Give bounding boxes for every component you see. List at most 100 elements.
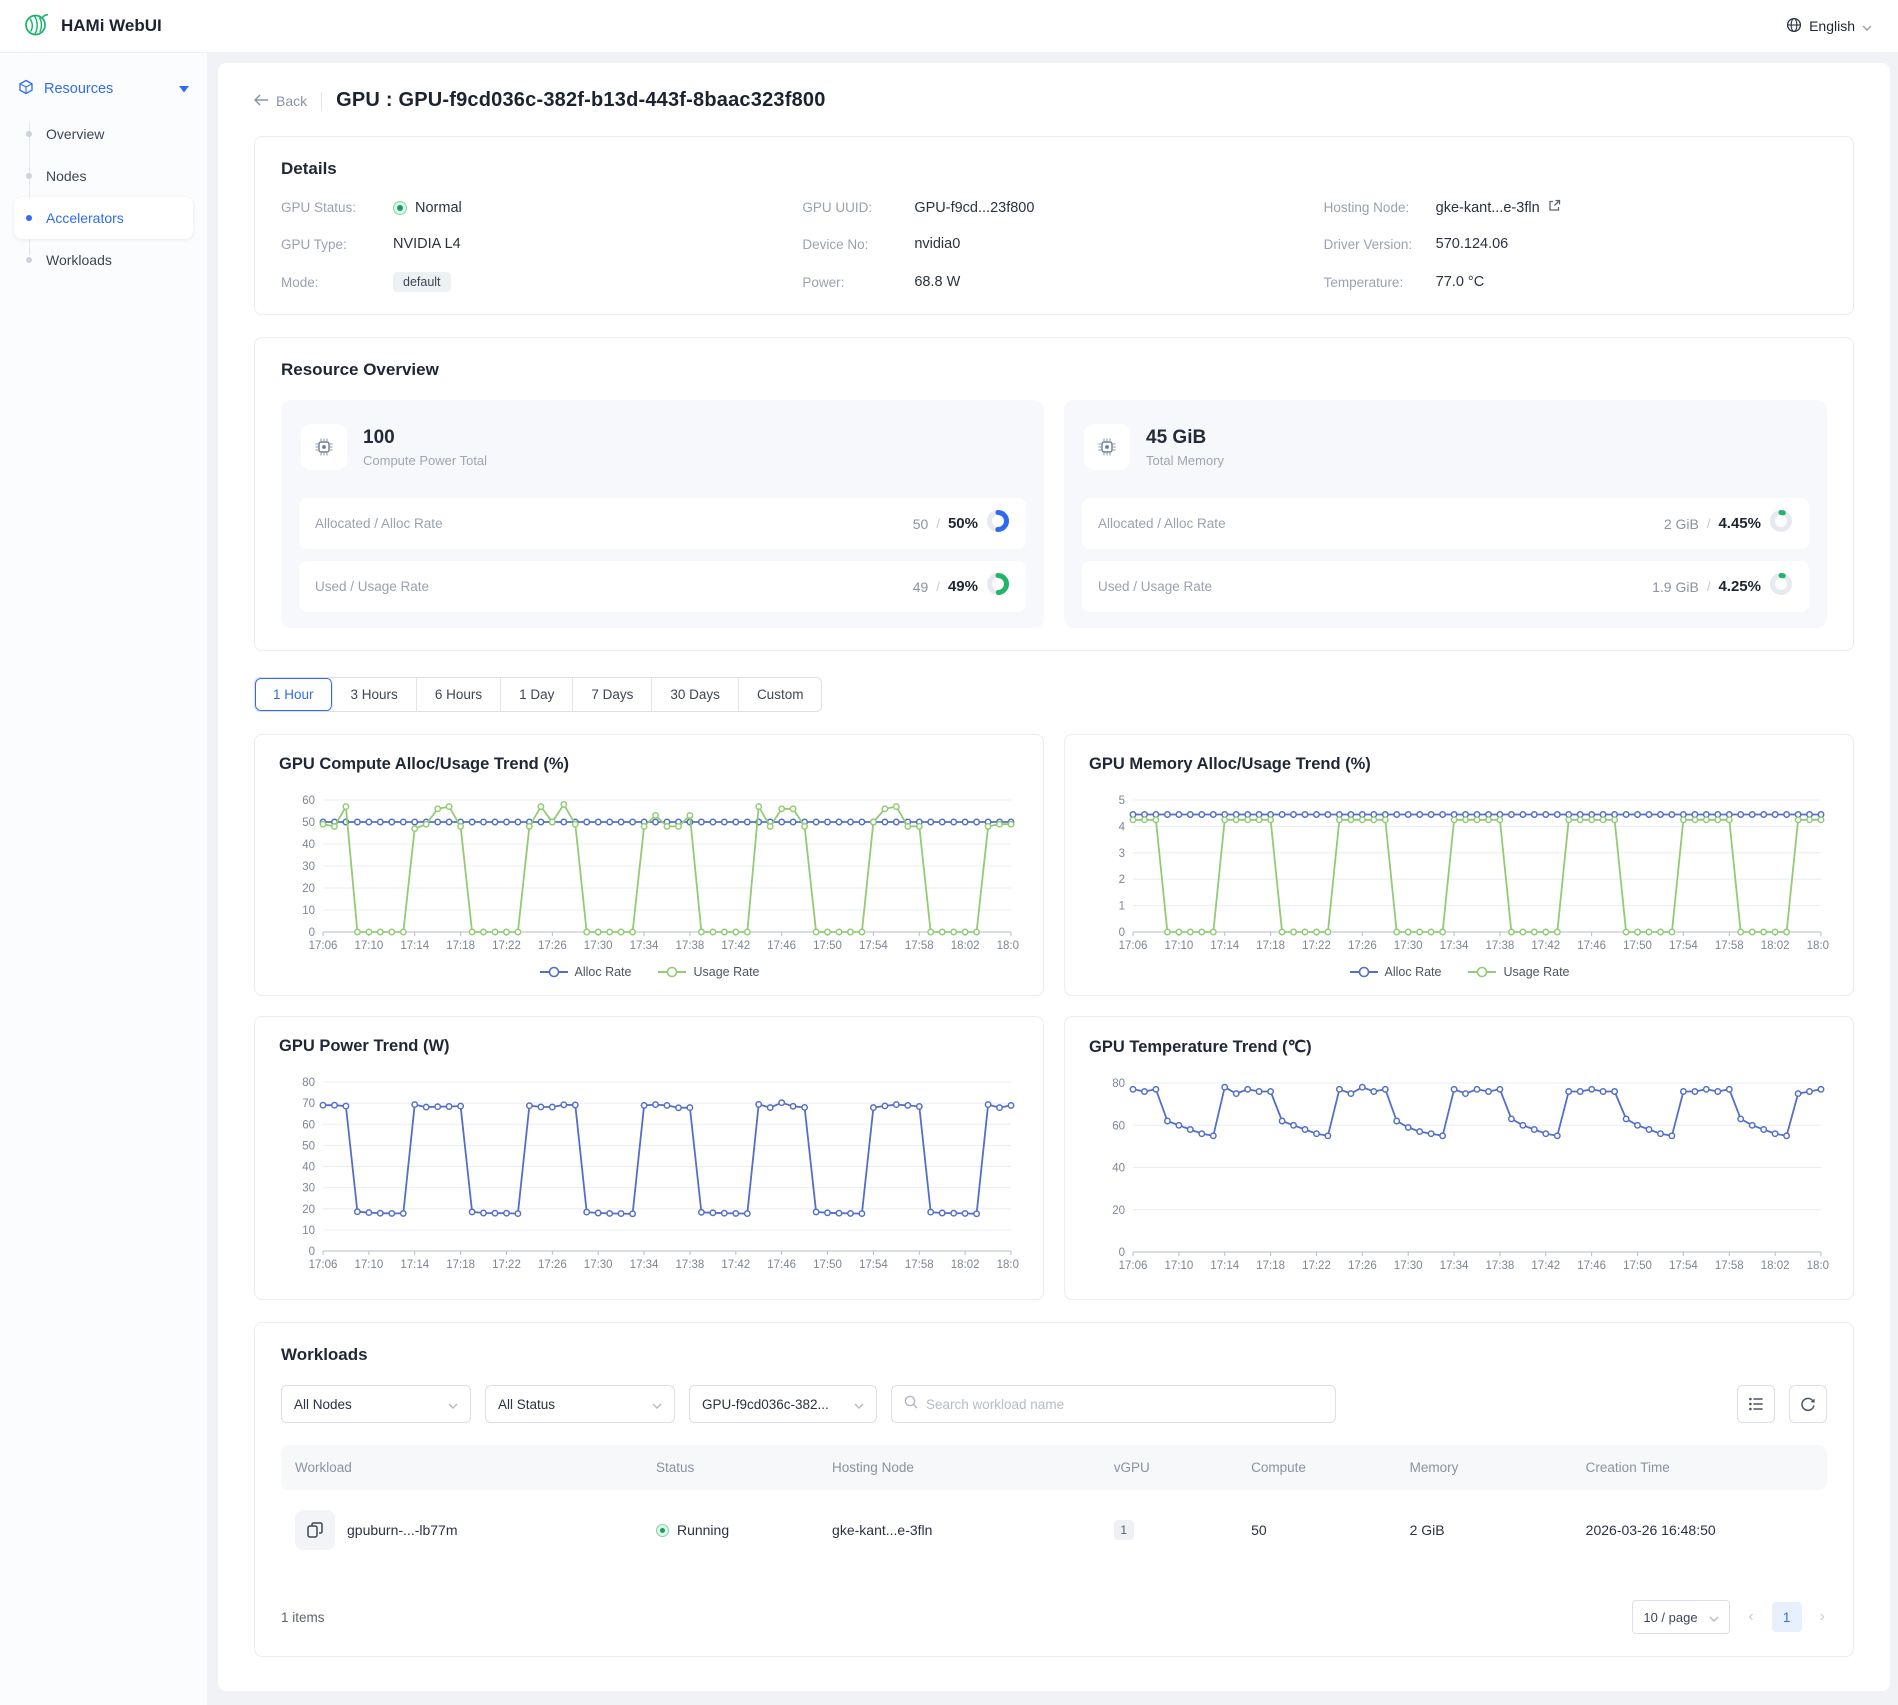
time-range-1-day[interactable]: 1 Day <box>501 678 573 711</box>
legend-item[interactable]: Usage Rate <box>1467 965 1569 979</box>
legend-item[interactable]: Usage Rate <box>657 965 759 979</box>
svg-text:17:34: 17:34 <box>630 940 659 952</box>
usage-rate-donut <box>1769 572 1793 601</box>
svg-text:17:10: 17:10 <box>1164 1260 1193 1272</box>
svg-text:60: 60 <box>302 1119 315 1131</box>
sidebar-item-accelerators[interactable]: Accelerators <box>14 197 193 239</box>
page-size-select[interactable]: 10 / page <box>1632 1600 1730 1634</box>
workload-memory: 2 GiB <box>1396 1502 1572 1558</box>
status-running-icon <box>656 1524 669 1537</box>
page-header: Back GPU : GPU-f9cd036c-382f-b13d-443f-8… <box>254 89 1854 112</box>
svg-text:0: 0 <box>309 927 315 939</box>
refresh-button[interactable] <box>1789 1385 1827 1423</box>
svg-text:17:42: 17:42 <box>1531 940 1560 952</box>
chart-title: GPU Compute Alloc/Usage Trend (%) <box>279 755 1019 774</box>
legend-item[interactable]: Alloc Rate <box>539 965 632 979</box>
chevron-down-icon <box>1862 18 1872 34</box>
resources-icon <box>18 79 34 99</box>
svg-text:17:06: 17:06 <box>1119 940 1148 952</box>
compute-used-row: Used / Usage Rate 49 / 49% <box>299 561 1026 612</box>
svg-text:17:50: 17:50 <box>1623 1260 1652 1272</box>
svg-text:0: 0 <box>1119 927 1125 939</box>
temperature-value: 77.0 °C <box>1436 274 1485 290</box>
svg-text:17:22: 17:22 <box>1302 1260 1331 1272</box>
field-gpu-uuid: GPU UUID: GPU-f9cd...23f800 <box>802 199 1305 216</box>
back-button[interactable]: Back <box>254 93 307 109</box>
brand: HAMi WebUI <box>22 10 162 43</box>
svg-text:17:18: 17:18 <box>446 1259 475 1271</box>
svg-text:40: 40 <box>1112 1163 1125 1175</box>
alloc-rate-donut <box>986 509 1010 538</box>
chevron-down-icon <box>854 1397 864 1412</box>
time-range-selector: 1 Hour 3 Hours 6 Hours 1 Day 7 Days 30 D… <box>254 677 822 712</box>
svg-text:17:38: 17:38 <box>1486 1260 1515 1272</box>
globe-icon <box>1786 17 1802 36</box>
svg-text:17:18: 17:18 <box>1256 940 1285 952</box>
legend-item[interactable]: Alloc Rate <box>1349 965 1442 979</box>
field-temperature: Temperature: 77.0 °C <box>1324 272 1827 292</box>
workload-status: Running <box>677 1522 729 1538</box>
workload-search[interactable] <box>891 1385 1336 1423</box>
svg-text:17:34: 17:34 <box>1440 940 1469 952</box>
time-range-6-hours[interactable]: 6 Hours <box>417 678 501 711</box>
page-number[interactable]: 1 <box>1772 1602 1802 1632</box>
svg-text:17:26: 17:26 <box>538 940 567 952</box>
compute-allocated-row: Allocated / Alloc Rate 50 / 50% <box>299 498 1026 549</box>
time-range-7-days[interactable]: 7 Days <box>573 678 652 711</box>
svg-text:17:46: 17:46 <box>1577 1260 1606 1272</box>
table-footer: 1 items 10 / page ‹ 1 › <box>281 1600 1827 1634</box>
svg-text:17:50: 17:50 <box>813 1259 842 1271</box>
time-range-1-hour[interactable]: 1 Hour <box>255 678 333 711</box>
svg-text:17:50: 17:50 <box>1623 940 1652 952</box>
time-range-30-days[interactable]: 30 Days <box>652 678 739 711</box>
language-switcher[interactable]: English <box>1786 17 1872 36</box>
power-value: 68.8 W <box>914 274 960 290</box>
table-row[interactable]: gpuburn-...-lb77m Running gke-kant...e-3… <box>281 1490 1827 1570</box>
next-page-button[interactable]: › <box>1818 1608 1827 1626</box>
sidebar-item-overview[interactable]: Overview <box>14 113 193 155</box>
external-link-icon[interactable] <box>1548 199 1561 216</box>
sidebar-item-label: Accelerators <box>46 210 124 226</box>
sidebar-item-resources[interactable]: Resources <box>0 67 207 111</box>
sidebar-item-nodes[interactable]: Nodes <box>14 155 193 197</box>
svg-text:17:42: 17:42 <box>1531 1260 1560 1272</box>
time-range-3-hours[interactable]: 3 Hours <box>333 678 417 711</box>
workload-avatar <box>295 1510 335 1550</box>
svg-text:20: 20 <box>302 883 315 895</box>
compute-power-card: 100 Compute Power Total Allocated / Allo… <box>281 400 1044 628</box>
column-settings-button[interactable] <box>1737 1385 1775 1423</box>
svg-text:17:54: 17:54 <box>859 1259 888 1271</box>
main-content: Back GPU : GPU-f9cd036c-382f-b13d-443f-8… <box>208 53 1898 1705</box>
time-range-custom[interactable]: Custom <box>739 678 822 711</box>
svg-text:5: 5 <box>1119 795 1125 807</box>
sidebar-item-workloads[interactable]: Workloads <box>14 239 193 281</box>
memory-allocated-row: Allocated / Alloc Rate 2 GiB / 4.45% <box>1082 498 1809 549</box>
svg-text:17:38: 17:38 <box>676 1259 705 1271</box>
search-input[interactable] <box>926 1397 1323 1412</box>
compute-trend-chart: 010203040506017:0617:1017:1417:1817:2217… <box>279 790 1019 979</box>
workload-name[interactable]: gpuburn-...-lb77m <box>347 1522 458 1538</box>
chevron-down-icon <box>448 1397 458 1412</box>
app-root: HAMi WebUI English <box>0 0 1898 1705</box>
caret-down-icon <box>179 81 189 97</box>
status-normal-icon <box>393 201 407 215</box>
status-filter-select[interactable]: All Status <box>485 1385 675 1423</box>
svg-text:30: 30 <box>302 861 315 873</box>
driver-version-value: 570.124.06 <box>1436 236 1509 252</box>
svg-text:17:50: 17:50 <box>813 940 842 952</box>
total-memory-card: 45 GiB Total Memory Allocated / Alloc Ra… <box>1064 400 1827 628</box>
gpu-uuid-value: GPU-f9cd...23f800 <box>914 200 1034 216</box>
gpu-filter-select[interactable]: GPU-f9cd036c-382... <box>689 1385 877 1423</box>
svg-text:80: 80 <box>302 1077 315 1089</box>
svg-text:18:02: 18:02 <box>1761 940 1790 952</box>
prev-page-button[interactable]: ‹ <box>1746 1608 1755 1626</box>
svg-text:17:06: 17:06 <box>1119 1260 1148 1272</box>
chart-legend: Alloc Rate Usage Rate <box>279 965 1019 979</box>
bullet-icon <box>26 215 32 221</box>
details-card: Details GPU Status: Normal GPU UUID: GPU… <box>254 136 1854 315</box>
nodes-filter-select[interactable]: All Nodes <box>281 1385 471 1423</box>
chevron-down-icon <box>1709 1610 1719 1625</box>
svg-text:40: 40 <box>302 839 315 851</box>
svg-text:17:26: 17:26 <box>1348 940 1377 952</box>
svg-text:4: 4 <box>1119 821 1126 833</box>
